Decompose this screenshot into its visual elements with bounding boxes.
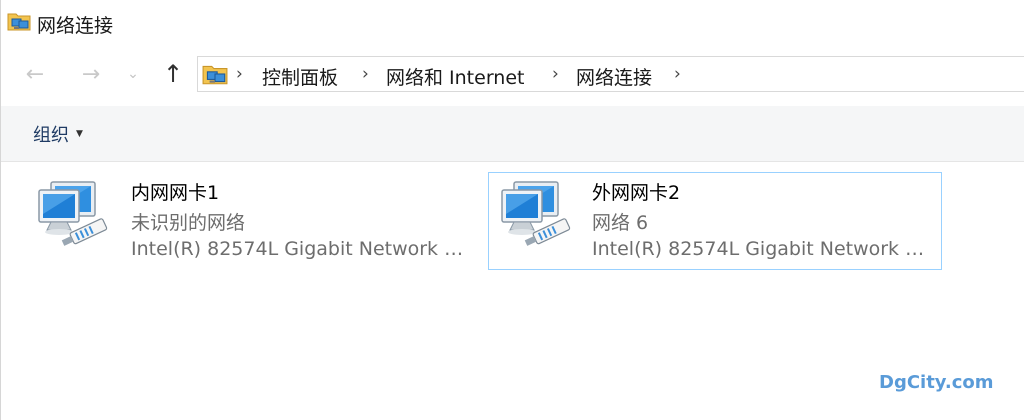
chevron-down-icon: ⌄ — [127, 66, 139, 82]
organize-button[interactable]: 组织 ▼ — [33, 121, 83, 147]
connection-status: 未识别的网络 — [131, 212, 246, 234]
breadcrumb-separator-icon[interactable]: › — [362, 64, 369, 84]
up-arrow-icon: ↑ — [162, 60, 184, 88]
window-title: 网络连接 — [37, 15, 114, 37]
network-adapter-icon — [501, 181, 571, 246]
dropdown-arrow-icon: ▼ — [76, 129, 83, 139]
forward-button[interactable]: → — [77, 60, 105, 88]
forward-arrow-icon: → — [81, 61, 101, 87]
network-connection-item-selected[interactable]: 外网网卡2 网络 6 Intel(R) 82574L Gigabit Netwo… — [488, 172, 942, 270]
connection-name: 外网网卡2 — [592, 182, 681, 204]
title-bar: 网络连接 — [1, 0, 1024, 44]
command-bar: 组织 ▼ — [1, 106, 1024, 162]
network-folder-icon — [7, 13, 31, 31]
network-connection-item[interactable]: 内网网卡1 未识别的网络 Intel(R) 82574L Gigabit Net… — [27, 172, 479, 270]
network-adapter-icon — [38, 181, 108, 246]
recent-locations-button[interactable]: ⌄ — [119, 60, 147, 88]
watermark-text: DgCity.com — [879, 372, 994, 393]
back-button[interactable]: ← — [21, 60, 49, 88]
address-bar[interactable]: › 控制面板 › 网络和 Internet › 网络连接 › — [197, 56, 1024, 92]
connection-adapter: Intel(R) 82574L Gigabit Network Connecti… — [131, 238, 473, 260]
connection-adapter: Intel(R) 82574L Gigabit Network Connecti… — [592, 238, 934, 260]
organize-label: 组织 — [33, 125, 69, 146]
breadcrumb-separator-icon[interactable]: › — [552, 64, 559, 84]
up-button[interactable]: ↑ — [159, 60, 187, 88]
breadcrumb-network-internet[interactable]: 网络和 Internet — [386, 63, 524, 90]
breadcrumb-separator-icon[interactable]: › — [674, 64, 681, 84]
explorer-window: 网络连接 ← → ⌄ ↑ › 控制面板 › 网络和 Internet › 网络连… — [0, 0, 1024, 420]
connection-status: 网络 6 — [592, 212, 649, 234]
network-folder-icon — [202, 65, 228, 85]
breadcrumb-separator-icon[interactable]: › — [236, 64, 243, 84]
back-arrow-icon: ← — [25, 61, 45, 87]
connection-name: 内网网卡1 — [131, 182, 220, 204]
breadcrumb-control-panel[interactable]: 控制面板 — [262, 63, 338, 90]
breadcrumb-network-connections[interactable]: 网络连接 — [576, 63, 652, 90]
